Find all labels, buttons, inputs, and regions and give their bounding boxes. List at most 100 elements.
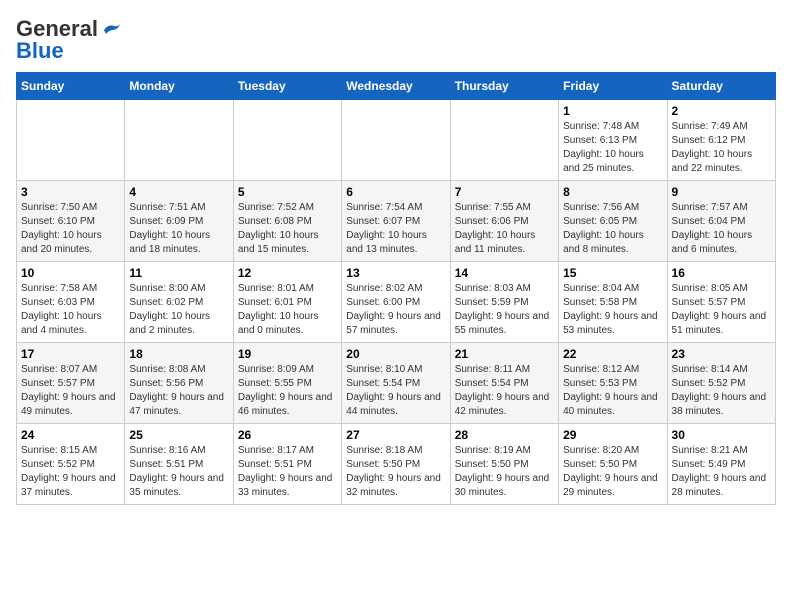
day-number: 20: [346, 347, 445, 361]
header: General Blue: [16, 16, 776, 64]
day-info: Sunrise: 8:05 AM Sunset: 5:57 PM Dayligh…: [672, 282, 771, 338]
calendar-header-row: SundayMondayTuesdayWednesdayThursdayFrid…: [17, 73, 776, 100]
day-info: Sunrise: 8:19 AM Sunset: 5:50 PM Dayligh…: [455, 444, 554, 500]
day-info: Sunrise: 8:17 AM Sunset: 5:51 PM Dayligh…: [238, 444, 337, 500]
calendar-cell: 12 Sunrise: 8:01 AM Sunset: 6:01 PM Dayli…: [233, 262, 341, 343]
day-number: 16: [672, 266, 771, 280]
calendar-cell: 4 Sunrise: 7:51 AM Sunset: 6:09 PM Daylig…: [125, 181, 233, 262]
day-info: Sunrise: 7:55 AM Sunset: 6:06 PM Dayligh…: [455, 201, 554, 257]
day-number: 26: [238, 428, 337, 442]
day-number: 23: [672, 347, 771, 361]
day-info: Sunrise: 7:52 AM Sunset: 6:08 PM Dayligh…: [238, 201, 337, 257]
calendar-cell: 22 Sunrise: 8:12 AM Sunset: 5:53 PM Dayli…: [559, 343, 667, 424]
day-number: 29: [563, 428, 662, 442]
day-number: 8: [563, 185, 662, 199]
day-number: 2: [672, 104, 771, 118]
day-info: Sunrise: 7:50 AM Sunset: 6:10 PM Dayligh…: [21, 201, 120, 257]
day-number: 13: [346, 266, 445, 280]
day-info: Sunrise: 8:08 AM Sunset: 5:56 PM Dayligh…: [129, 363, 228, 419]
day-number: 10: [21, 266, 120, 280]
day-header-tuesday: Tuesday: [233, 73, 341, 100]
calendar-cell: 29 Sunrise: 8:20 AM Sunset: 5:50 PM Dayli…: [559, 424, 667, 505]
calendar-cell: 19Sunrise: 8:09 AM Sunset: 5:55 PM Dayli…: [233, 343, 341, 424]
calendar-cell: 21Sunrise: 8:11 AM Sunset: 5:54 PM Dayli…: [450, 343, 558, 424]
day-info: Sunrise: 8:01 AM Sunset: 6:01 PM Dayligh…: [238, 282, 337, 338]
day-number: 6: [346, 185, 445, 199]
calendar-week-row: 10 Sunrise: 7:58 AM Sunset: 6:03 PM Dayli…: [17, 262, 776, 343]
day-info: Sunrise: 8:00 AM Sunset: 6:02 PM Dayligh…: [129, 282, 228, 338]
calendar-table: SundayMondayTuesdayWednesdayThursdayFrid…: [16, 72, 776, 505]
day-number: 4: [129, 185, 228, 199]
day-info: Sunrise: 8:14 AM Sunset: 5:52 PM Dayligh…: [672, 363, 771, 419]
calendar-cell: [342, 100, 450, 181]
calendar-week-row: 1Sunrise: 7:48 AM Sunset: 6:13 PM Daylig…: [17, 100, 776, 181]
logo: General Blue: [16, 16, 122, 64]
day-number: 22: [563, 347, 662, 361]
calendar-cell: 9 Sunrise: 7:57 AM Sunset: 6:04 PM Daylig…: [667, 181, 775, 262]
calendar-cell: 24 Sunrise: 8:15 AM Sunset: 5:52 PM Dayli…: [17, 424, 125, 505]
calendar-cell: 15Sunrise: 8:04 AM Sunset: 5:58 PM Dayli…: [559, 262, 667, 343]
calendar-cell: [125, 100, 233, 181]
calendar-cell: 30 Sunrise: 8:21 AM Sunset: 5:49 PM Dayli…: [667, 424, 775, 505]
day-info: Sunrise: 7:54 AM Sunset: 6:07 PM Dayligh…: [346, 201, 445, 257]
calendar-cell: 25 Sunrise: 8:16 AM Sunset: 5:51 PM Dayli…: [125, 424, 233, 505]
calendar-cell: 14 Sunrise: 8:03 AM Sunset: 5:59 PM Dayli…: [450, 262, 558, 343]
day-header-wednesday: Wednesday: [342, 73, 450, 100]
day-number: 9: [672, 185, 771, 199]
day-number: 28: [455, 428, 554, 442]
calendar-cell: 1Sunrise: 7:48 AM Sunset: 6:13 PM Daylig…: [559, 100, 667, 181]
calendar-cell: 10 Sunrise: 7:58 AM Sunset: 6:03 PM Dayli…: [17, 262, 125, 343]
calendar-cell: [450, 100, 558, 181]
day-number: 5: [238, 185, 337, 199]
day-info: Sunrise: 7:58 AM Sunset: 6:03 PM Dayligh…: [21, 282, 120, 338]
day-info: Sunrise: 8:12 AM Sunset: 5:53 PM Dayligh…: [563, 363, 662, 419]
calendar-cell: 6 Sunrise: 7:54 AM Sunset: 6:07 PM Daylig…: [342, 181, 450, 262]
day-info: Sunrise: 8:18 AM Sunset: 5:50 PM Dayligh…: [346, 444, 445, 500]
calendar-week-row: 3 Sunrise: 7:50 AM Sunset: 6:10 PM Daylig…: [17, 181, 776, 262]
day-number: 30: [672, 428, 771, 442]
day-number: 17: [21, 347, 120, 361]
calendar-cell: 7 Sunrise: 7:55 AM Sunset: 6:06 PM Daylig…: [450, 181, 558, 262]
day-info: Sunrise: 8:20 AM Sunset: 5:50 PM Dayligh…: [563, 444, 662, 500]
day-number: 7: [455, 185, 554, 199]
day-info: Sunrise: 8:11 AM Sunset: 5:54 PM Dayligh…: [455, 363, 554, 419]
day-info: Sunrise: 7:57 AM Sunset: 6:04 PM Dayligh…: [672, 201, 771, 257]
day-header-monday: Monday: [125, 73, 233, 100]
calendar-cell: 23 Sunrise: 8:14 AM Sunset: 5:52 PM Dayli…: [667, 343, 775, 424]
calendar-cell: 13 Sunrise: 8:02 AM Sunset: 6:00 PM Dayli…: [342, 262, 450, 343]
calendar-cell: 5 Sunrise: 7:52 AM Sunset: 6:08 PM Daylig…: [233, 181, 341, 262]
day-info: Sunrise: 8:03 AM Sunset: 5:59 PM Dayligh…: [455, 282, 554, 338]
day-number: 25: [129, 428, 228, 442]
day-info: Sunrise: 8:07 AM Sunset: 5:57 PM Dayligh…: [21, 363, 120, 419]
calendar-cell: [233, 100, 341, 181]
day-header-saturday: Saturday: [667, 73, 775, 100]
day-info: Sunrise: 8:21 AM Sunset: 5:49 PM Dayligh…: [672, 444, 771, 500]
day-info: Sunrise: 8:09 AM Sunset: 5:55 PM Dayligh…: [238, 363, 337, 419]
day-info: Sunrise: 8:04 AM Sunset: 5:58 PM Dayligh…: [563, 282, 662, 338]
calendar-cell: 16 Sunrise: 8:05 AM Sunset: 5:57 PM Dayli…: [667, 262, 775, 343]
day-header-friday: Friday: [559, 73, 667, 100]
calendar-week-row: 24 Sunrise: 8:15 AM Sunset: 5:52 PM Dayli…: [17, 424, 776, 505]
calendar-cell: 27 Sunrise: 8:18 AM Sunset: 5:50 PM Dayli…: [342, 424, 450, 505]
calendar-cell: 2Sunrise: 7:49 AM Sunset: 6:12 PM Daylig…: [667, 100, 775, 181]
calendar-cell: 8Sunrise: 7:56 AM Sunset: 6:05 PM Daylig…: [559, 181, 667, 262]
day-header-sunday: Sunday: [17, 73, 125, 100]
day-number: 11: [129, 266, 228, 280]
calendar-cell: 18 Sunrise: 8:08 AM Sunset: 5:56 PM Dayli…: [125, 343, 233, 424]
day-info: Sunrise: 8:10 AM Sunset: 5:54 PM Dayligh…: [346, 363, 445, 419]
day-number: 3: [21, 185, 120, 199]
calendar-cell: 11 Sunrise: 8:00 AM Sunset: 6:02 PM Dayli…: [125, 262, 233, 343]
day-number: 18: [129, 347, 228, 361]
day-number: 12: [238, 266, 337, 280]
logo-bird-icon: [100, 22, 122, 38]
calendar-cell: 26 Sunrise: 8:17 AM Sunset: 5:51 PM Dayli…: [233, 424, 341, 505]
day-number: 24: [21, 428, 120, 442]
day-number: 27: [346, 428, 445, 442]
calendar-week-row: 17 Sunrise: 8:07 AM Sunset: 5:57 PM Dayli…: [17, 343, 776, 424]
day-info: Sunrise: 7:51 AM Sunset: 6:09 PM Dayligh…: [129, 201, 228, 257]
calendar-cell: 20 Sunrise: 8:10 AM Sunset: 5:54 PM Dayli…: [342, 343, 450, 424]
day-info: Sunrise: 8:16 AM Sunset: 5:51 PM Dayligh…: [129, 444, 228, 500]
day-number: 14: [455, 266, 554, 280]
day-info: Sunrise: 8:02 AM Sunset: 6:00 PM Dayligh…: [346, 282, 445, 338]
day-info: Sunrise: 8:15 AM Sunset: 5:52 PM Dayligh…: [21, 444, 120, 500]
